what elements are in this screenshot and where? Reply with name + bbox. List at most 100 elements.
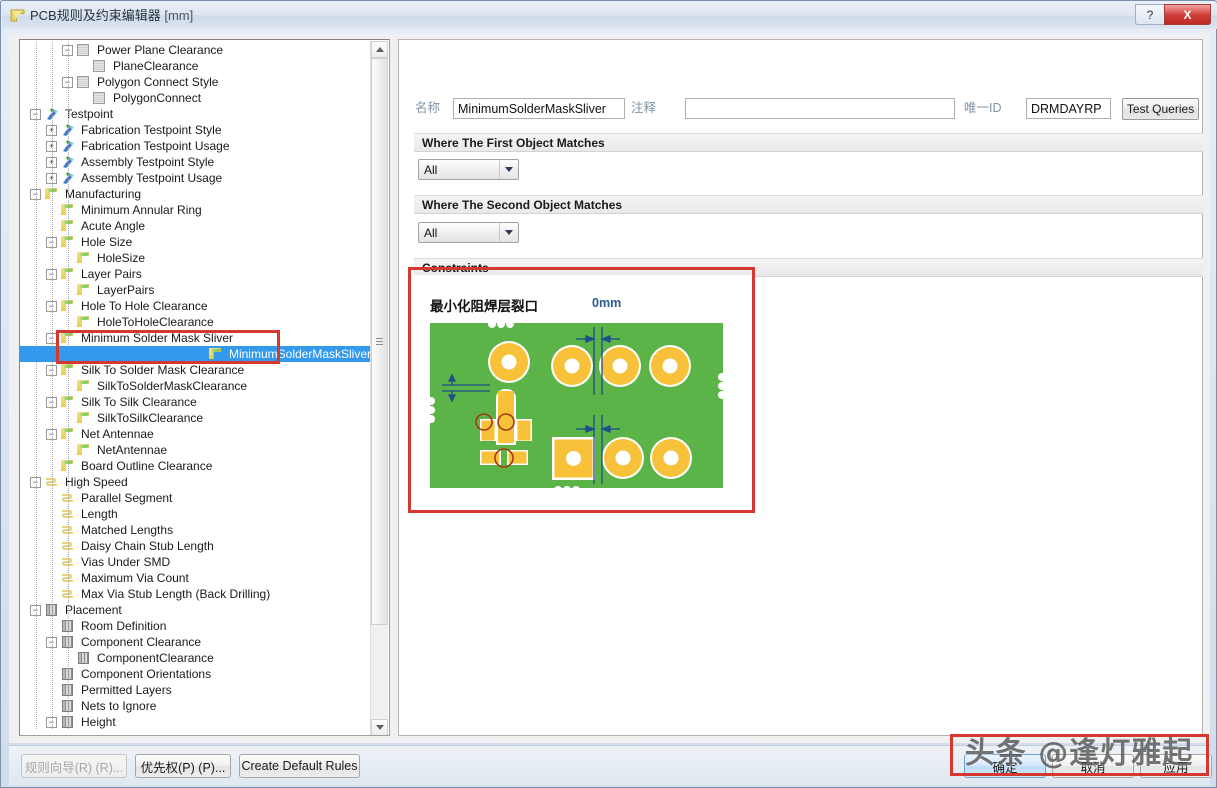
name-field-group: 名称 bbox=[415, 97, 440, 116]
tree-item-permitted-layers[interactable]: Permitted Layers bbox=[20, 682, 373, 698]
rule-wizard-button[interactable]: 规则向导(R) (R)... bbox=[21, 754, 127, 778]
tree-item-parallel-segment[interactable]: Parallel Segment bbox=[20, 490, 373, 506]
uid-field-group: 唯一ID bbox=[964, 97, 1002, 116]
tree-item-holesize[interactable]: HoleSize bbox=[20, 250, 373, 266]
tree-item-label: Acute Angle bbox=[81, 219, 146, 233]
title-bar[interactable]: PCB规则及约束编辑器 [mm] ? X bbox=[2, 2, 1217, 29]
tree-item-board-outline-clearance[interactable]: Board Outline Clearance bbox=[20, 458, 373, 474]
rules-tree-scrollarea[interactable]: −Power Plane ClearancePlaneClearance−Pol… bbox=[20, 40, 373, 735]
tree-branch-line bbox=[194, 346, 205, 362]
tree-item-silktosilkclearance[interactable]: SilkToSilkClearance bbox=[20, 410, 373, 426]
tree-item-room-definition[interactable]: Room Definition bbox=[20, 618, 373, 634]
ok-button[interactable]: 确定 bbox=[964, 754, 1046, 778]
tree-item-fabrication-testpoint-usage[interactable]: +Fabrication Testpoint Usage bbox=[20, 138, 373, 154]
tree-item-net-antennae[interactable]: −Net Antennae bbox=[20, 426, 373, 442]
tree-item-length[interactable]: Length bbox=[20, 506, 373, 522]
tree-item-label: Manufacturing bbox=[65, 187, 142, 201]
rule-uid-input[interactable] bbox=[1026, 98, 1111, 119]
tree-item-label: Assembly Testpoint Style bbox=[81, 155, 215, 169]
second-object-section-header: Where The Second Object Matches bbox=[414, 195, 1203, 214]
window-title-unit: [mm] bbox=[164, 8, 194, 23]
tree-item-hole-size[interactable]: −Hole Size bbox=[20, 234, 373, 250]
first-object-scope-value: All bbox=[424, 162, 438, 177]
tree-item-netantennae[interactable]: NetAntennae bbox=[20, 442, 373, 458]
rule-name-input[interactable] bbox=[453, 98, 625, 119]
apply-button[interactable]: 应用 bbox=[1140, 754, 1212, 778]
tree-item-nets-to-ignore[interactable]: Nets to Ignore bbox=[20, 698, 373, 714]
tree-branch-line bbox=[78, 90, 89, 106]
create-default-rules-button[interactable]: Create Default Rules bbox=[239, 754, 360, 778]
tree-item-power-plane-clearance[interactable]: −Power Plane Clearance bbox=[20, 42, 373, 58]
tree-item-label: ComponentClearance bbox=[97, 651, 214, 665]
tree-item-minimum-solder-mask-sliver[interactable]: −Minimum Solder Mask Sliver bbox=[20, 330, 373, 346]
second-object-scope-dropdown[interactable]: All bbox=[418, 222, 519, 243]
tree-item-minimumsoldermasksliver[interactable]: MinimumSolderMaskSliver bbox=[20, 346, 373, 362]
help-button[interactable]: ? bbox=[1135, 4, 1165, 25]
tree-item-high-speed[interactable]: −High Speed bbox=[20, 474, 373, 490]
tree-item-silk-to-solder-mask-clearance[interactable]: −Silk To Solder Mask Clearance bbox=[20, 362, 373, 378]
close-button[interactable]: X bbox=[1164, 4, 1211, 25]
tree-item-hole-to-hole-clearance[interactable]: −Hole To Hole Clearance bbox=[20, 298, 373, 314]
tree-item-silktosoldermaskclearance[interactable]: SilkToSolderMaskClearance bbox=[20, 378, 373, 394]
chevron-down-icon[interactable] bbox=[499, 160, 518, 179]
tree-item-assembly-testpoint-usage[interactable]: +Assembly Testpoint Usage bbox=[20, 170, 373, 186]
tree-item-polygon-connect-style[interactable]: −Polygon Connect Style bbox=[20, 74, 373, 90]
scroll-down-arrow-icon[interactable] bbox=[371, 719, 388, 735]
cancel-button[interactable]: 取消 bbox=[1052, 754, 1134, 778]
tree-item-label: SilkToSolderMaskClearance bbox=[97, 379, 248, 393]
tree-vertical-scrollbar[interactable] bbox=[370, 41, 388, 735]
window-controls: ? X bbox=[1135, 4, 1211, 26]
tree-item-planeclearance[interactable]: PlaneClearance bbox=[20, 58, 373, 74]
chevron-down-icon[interactable] bbox=[499, 223, 518, 242]
tree-item-assembly-testpoint-style[interactable]: +Assembly Testpoint Style bbox=[20, 154, 373, 170]
tree-item-acute-angle[interactable]: Acute Angle bbox=[20, 218, 373, 234]
scroll-up-arrow-icon[interactable] bbox=[371, 41, 388, 58]
tree-item-label: Permitted Layers bbox=[81, 683, 172, 697]
tree-item-manufacturing[interactable]: −Manufacturing bbox=[20, 186, 373, 202]
first-object-scope-dropdown[interactable]: All bbox=[418, 159, 519, 180]
tree-item-vias-under-smd[interactable]: Vias Under SMD bbox=[20, 554, 373, 570]
tree-item-componentclearance[interactable]: ComponentClearance bbox=[20, 650, 373, 666]
dialog-footer: 规则向导(R) (R)... 优先权(P) (P)... Create Defa… bbox=[9, 745, 1212, 786]
tree-item-maximum-via-count[interactable]: Maximum Via Count bbox=[20, 570, 373, 586]
tree-item-layerpairs[interactable]: LayerPairs bbox=[20, 282, 373, 298]
tree-branch-line bbox=[78, 58, 89, 74]
gray-plane-icon bbox=[92, 91, 107, 105]
client-area: −Power Plane ClearancePlaneClearance−Pol… bbox=[9, 34, 1210, 743]
tree-item-component-orientations[interactable]: Component Orientations bbox=[20, 666, 373, 682]
tree-item-max-via-stub-length-back-drilling[interactable]: Max Via Stub Length (Back Drilling) bbox=[20, 586, 373, 602]
tree-item-matched-lengths[interactable]: Matched Lengths bbox=[20, 522, 373, 538]
second-object-scope-value: All bbox=[424, 225, 438, 240]
scrollbar-thumb[interactable] bbox=[371, 58, 388, 625]
tree-item-polygonconnect[interactable]: PolygonConnect bbox=[20, 90, 373, 106]
rule-comment-input[interactable] bbox=[685, 98, 955, 119]
tree-item-layer-pairs[interactable]: −Layer Pairs bbox=[20, 266, 373, 282]
priorities-button[interactable]: 优先权(P) (P)... bbox=[135, 754, 231, 778]
tree-item-silk-to-silk-clearance[interactable]: −Silk To Silk Clearance bbox=[20, 394, 373, 410]
flag-icon bbox=[76, 411, 91, 425]
tree-item-component-clearance[interactable]: −Component Clearance bbox=[20, 634, 373, 650]
test-queries-button[interactable]: Test Queries bbox=[1122, 98, 1199, 120]
tree-item-fabrication-testpoint-style[interactable]: +Fabrication Testpoint Style bbox=[20, 122, 373, 138]
tree-item-minimum-annular-ring[interactable]: Minimum Annular Ring bbox=[20, 202, 373, 218]
tree-item-daisy-chain-stub-length[interactable]: Daisy Chain Stub Length bbox=[20, 538, 373, 554]
tree-item-height[interactable]: −Height bbox=[20, 714, 373, 730]
tree-item-holetoholeclearance[interactable]: HoleToHoleClearance bbox=[20, 314, 373, 330]
gray-plane-icon bbox=[92, 59, 107, 73]
gray-plane-icon bbox=[76, 75, 91, 89]
tree-item-testpoint[interactable]: −Testpoint bbox=[20, 106, 373, 122]
constraint-graphic-title: 最小化阻焊层裂口 bbox=[430, 299, 538, 315]
tree-item-placement[interactable]: −Placement bbox=[20, 602, 373, 618]
